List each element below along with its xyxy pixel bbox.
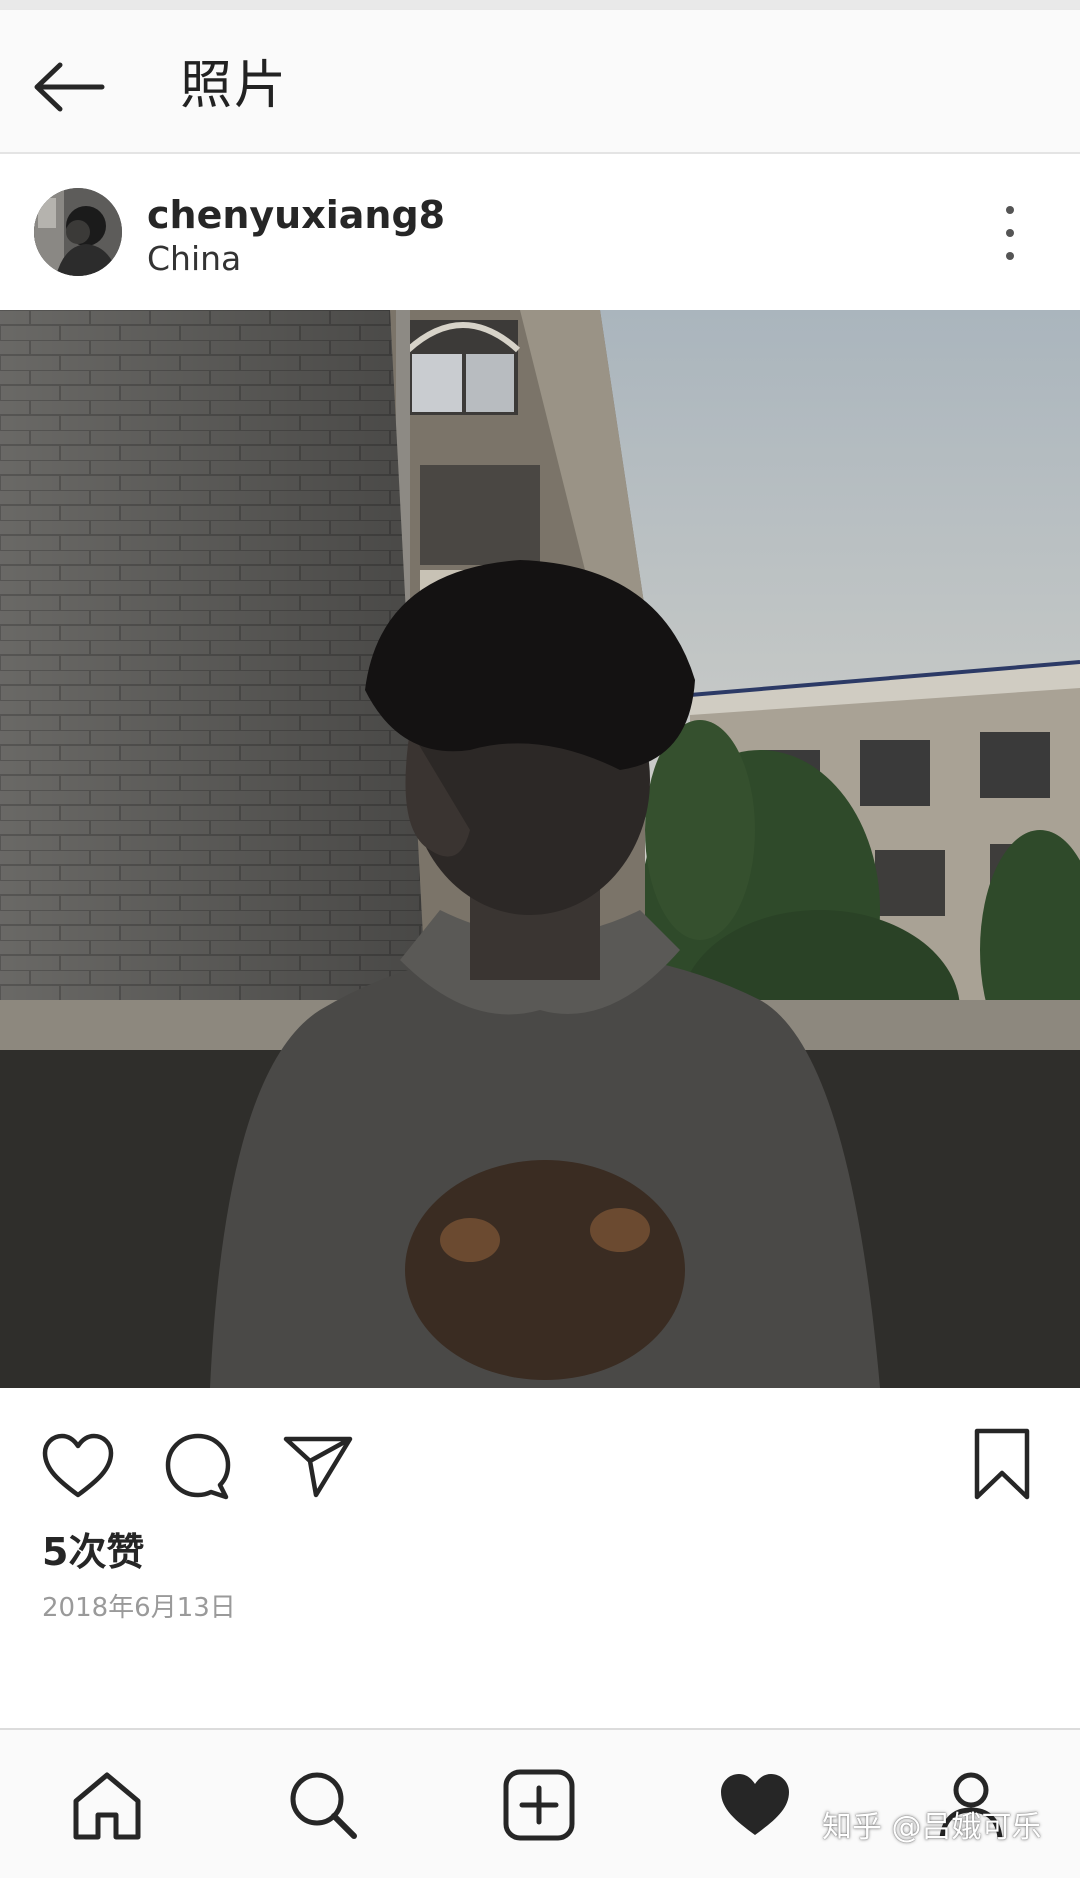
share-button[interactable] (278, 1426, 358, 1506)
more-options-button[interactable] (990, 200, 1030, 266)
heart-outline-icon (42, 1433, 114, 1498)
more-dot (1006, 252, 1014, 260)
page-title: 照片 (180, 56, 289, 116)
post-photo[interactable] (0, 310, 1080, 1388)
comment-button[interactable] (158, 1426, 238, 1506)
arrow-left-icon (34, 62, 105, 112)
top-app-bar: 照片 (0, 10, 1080, 154)
more-vertical-icon (1006, 206, 1014, 214)
likes-count[interactable]: 5次赞 (42, 1528, 144, 1576)
post-header: chenyuxiang8 China (0, 154, 1080, 310)
watermark-text: 知乎 @吕娥可乐 (822, 1810, 1042, 1845)
heart-filled-icon (721, 1774, 789, 1835)
username[interactable]: chenyuxiang8 (147, 192, 445, 238)
nav-search-button[interactable] (278, 1760, 368, 1850)
back-button[interactable] (28, 46, 110, 128)
nav-new-post-button[interactable] (494, 1760, 584, 1850)
add-square-icon (503, 1769, 575, 1841)
nav-home-button[interactable] (62, 1760, 152, 1850)
location-label[interactable]: China (147, 238, 241, 280)
status-bar-strip (0, 0, 1080, 10)
nav-activity-button[interactable] (710, 1760, 800, 1850)
home-icon (73, 1772, 141, 1840)
avatar-image (34, 188, 122, 276)
search-icon (290, 1772, 357, 1839)
post-actions (0, 1390, 1080, 1520)
save-button[interactable] (962, 1424, 1042, 1504)
avatar[interactable] (34, 188, 122, 276)
photo-image (0, 310, 1080, 1388)
send-icon (283, 1436, 353, 1498)
more-dot (1006, 229, 1014, 237)
bookmark-icon (974, 1428, 1030, 1500)
like-button[interactable] (38, 1426, 118, 1506)
post-date: 2018年6月13日 (42, 1593, 236, 1623)
bottom-navigation (0, 1728, 1080, 1878)
comment-icon (165, 1433, 231, 1500)
